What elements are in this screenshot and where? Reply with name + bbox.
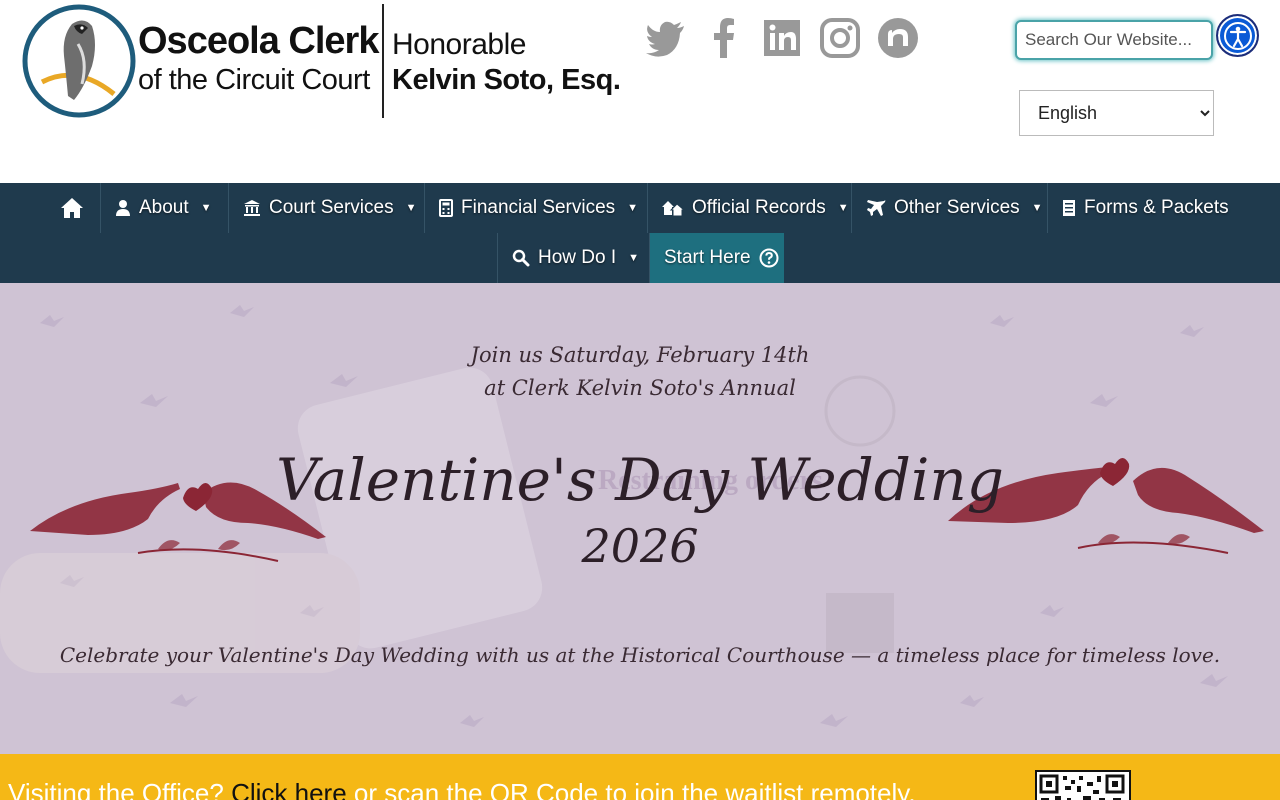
main-navigation: About ▼ Court Services ▼ Financial Servi… (0, 183, 1280, 283)
hero-year: 2026 (581, 519, 699, 573)
chevron-down-icon: ▼ (837, 202, 849, 214)
question-icon (759, 248, 779, 268)
nav-other-services-label: Other Services (894, 197, 1020, 218)
nav-start-here-label: Start Here (664, 247, 751, 268)
calculator-icon (439, 199, 453, 217)
magnifier-icon (512, 249, 530, 267)
waitlist-message: Visiting the Office? Click here or scan … (8, 778, 916, 800)
nav-court-services-label: Court Services (269, 197, 394, 218)
logo-divider (382, 4, 384, 118)
site-logo[interactable]: Osceola Clerk of the Circuit Court Honor… (20, 2, 621, 120)
logo-honorific: Honorable (392, 28, 526, 61)
chevron-down-icon: ▼ (628, 252, 640, 264)
instagram-icon[interactable] (818, 16, 862, 60)
nav-financial-services-label: Financial Services (461, 197, 616, 218)
user-icon (115, 199, 131, 217)
logo-subtitle: of the Circuit Court (138, 64, 370, 96)
hero-title: Valentine's Day Wedding (276, 446, 1004, 514)
hero-caption: Celebrate your Valentine's Day Wedding w… (59, 643, 1221, 667)
nav-financial-services[interactable]: Financial Services ▼ (425, 183, 648, 233)
nav-how-do-i[interactable]: How Do I ▼ (497, 233, 650, 283)
bird-logo-icon (22, 4, 136, 118)
nav-official-records-label: Official Records (692, 197, 826, 218)
site-header: Osceola Clerk of the Circuit Court Honor… (0, 0, 1280, 183)
chevron-down-icon: ▼ (405, 202, 417, 214)
logo-title: Osceola Clerk (138, 20, 379, 62)
bank-icon (243, 199, 261, 217)
accessibility-icon[interactable] (1216, 14, 1259, 57)
qr-code-icon (1035, 770, 1131, 800)
hero-host-line: at Clerk Kelvin Soto's Annual (484, 376, 796, 400)
hero-banner[interactable]: Restraining orders Join us Saturday, Feb… (0, 283, 1280, 754)
waitlist-suffix: or scan the QR Code to join the waitlist… (353, 778, 916, 800)
nav-forms-packets-label: Forms & Packets (1084, 197, 1229, 218)
houses-icon (662, 199, 684, 217)
nav-forms-packets[interactable]: Forms & Packets (1048, 183, 1236, 233)
chevron-down-icon: ▼ (627, 202, 639, 214)
chevron-down-icon: ▼ (200, 202, 212, 214)
language-select[interactable]: English (1019, 90, 1214, 136)
waitlist-link[interactable]: Click here (231, 778, 347, 800)
document-icon (1062, 199, 1076, 217)
hero-invite-line: Join us Saturday, February 14th (470, 343, 810, 367)
twitter-icon[interactable] (644, 16, 688, 60)
waitlist-banner: Visiting the Office? Click here or scan … (0, 754, 1280, 800)
nextdoor-icon[interactable] (876, 16, 920, 60)
nav-about-label: About (139, 197, 189, 218)
nav-official-records[interactable]: Official Records ▼ (648, 183, 852, 233)
facebook-icon[interactable] (702, 16, 746, 60)
nav-home[interactable] (44, 183, 101, 233)
logo-clerk-name: Kelvin Soto, Esq. (392, 64, 621, 96)
nav-other-services[interactable]: Other Services ▼ (852, 183, 1048, 233)
nav-about[interactable]: About ▼ (101, 183, 229, 233)
waitlist-prefix: Visiting the Office? (8, 778, 224, 800)
search-input[interactable] (1015, 20, 1213, 60)
nav-how-do-i-label: How Do I (538, 247, 617, 268)
nav-court-services[interactable]: Court Services ▼ (229, 183, 425, 233)
linkedin-icon[interactable] (760, 16, 804, 60)
chevron-down-icon: ▼ (1031, 202, 1043, 214)
home-icon (60, 197, 84, 219)
nav-start-here[interactable]: Start Here (650, 233, 784, 283)
plane-icon (866, 199, 886, 217)
